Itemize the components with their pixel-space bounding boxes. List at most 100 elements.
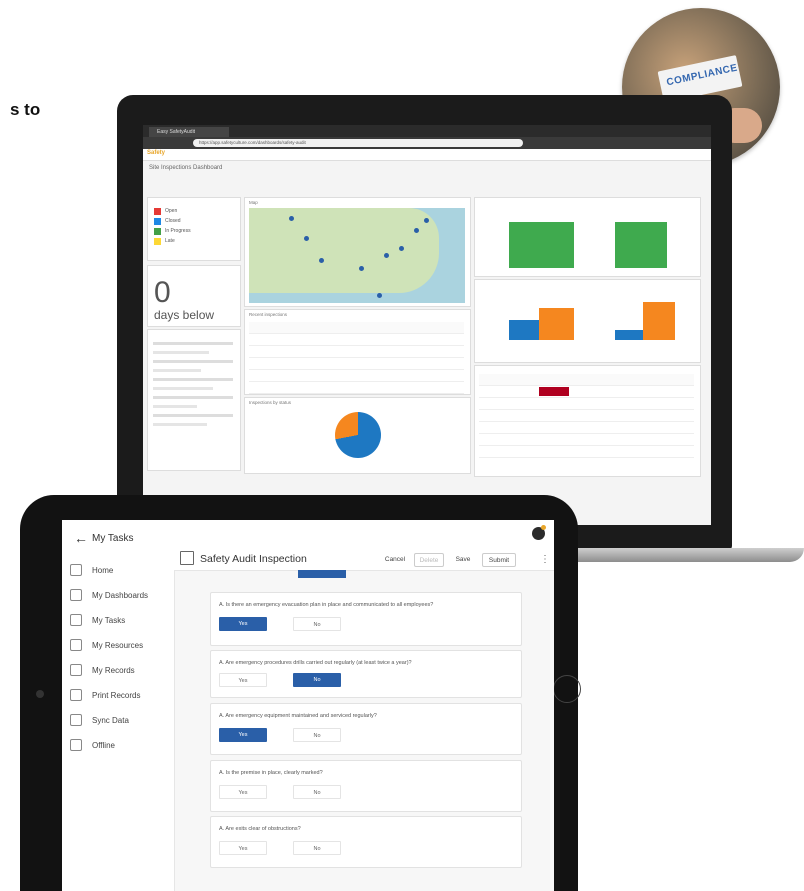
- legend-swatch: [154, 237, 161, 245]
- chart-bar[interactable]: [643, 302, 675, 340]
- cancel-button[interactable]: Cancel: [380, 553, 410, 567]
- table-row[interactable]: [249, 382, 464, 394]
- dashboard-icon: [70, 589, 82, 601]
- table-row[interactable]: [479, 434, 694, 446]
- bar-chart-panel-2: [474, 279, 701, 363]
- yes-button[interactable]: Yes: [219, 673, 267, 687]
- yes-button[interactable]: Yes: [219, 841, 267, 855]
- resources-icon: [70, 639, 82, 651]
- question-card: A. Are emergency procedures drills carri…: [210, 650, 522, 698]
- bar-chart-panel-1: [474, 197, 701, 277]
- sidebar-item-label: My Tasks: [92, 615, 126, 625]
- sidebar-item-my-records[interactable]: My Records: [70, 662, 135, 678]
- chart-bar[interactable]: [615, 330, 643, 340]
- previous-answer-button[interactable]: [298, 570, 346, 578]
- sync-icon: [70, 714, 82, 726]
- legend-panel: Open Closed In Progress Late: [147, 197, 241, 261]
- sidebar-item-print-records[interactable]: Print Records: [70, 687, 140, 703]
- table-row[interactable]: [479, 386, 694, 398]
- table-row[interactable]: [249, 370, 464, 382]
- no-button[interactable]: No: [293, 841, 341, 855]
- table-row[interactable]: [479, 446, 694, 458]
- no-button[interactable]: No: [293, 673, 341, 687]
- map-pin-icon[interactable]: [304, 236, 309, 241]
- yes-button[interactable]: Yes: [219, 728, 267, 742]
- legend-item: In Progress: [154, 226, 191, 236]
- sidebar-item-label: My Resources: [92, 640, 144, 650]
- map-pin-icon[interactable]: [399, 246, 404, 251]
- tablet-screen: ← My Tasks Home My Dashboards My Tasks M…: [62, 520, 554, 891]
- table-row[interactable]: [479, 410, 694, 422]
- legend-label: Open: [165, 208, 178, 214]
- map-pin-icon[interactable]: [384, 253, 389, 258]
- legend-swatch: [154, 227, 161, 235]
- sidebar-item-my-tasks[interactable]: My Tasks: [70, 612, 125, 628]
- form-title: Safety Audit Inspection: [200, 553, 307, 565]
- sidebar-item-my-dashboards[interactable]: My Dashboards: [70, 587, 148, 603]
- table-row[interactable]: [249, 334, 464, 346]
- actions-table-panel: [474, 365, 701, 477]
- tablet-home-button[interactable]: [553, 675, 581, 703]
- no-button[interactable]: No: [293, 785, 341, 799]
- legend-label: Closed: [165, 218, 181, 224]
- records-icon: [70, 664, 82, 676]
- chart-bar[interactable]: [615, 222, 667, 268]
- table-row[interactable]: [249, 358, 464, 370]
- question-card: A. Are exits clear of obstructions? Yes …: [210, 816, 522, 868]
- no-button[interactable]: No: [293, 728, 341, 742]
- question-card: A. Is there an emergency evacuation plan…: [210, 592, 522, 646]
- sidebar-item-label: Offline: [92, 740, 115, 750]
- sidebar-item-label: Home: [92, 565, 114, 575]
- save-button[interactable]: Save: [449, 553, 477, 567]
- headline-fragment: s to: [10, 100, 41, 119]
- tablet-camera: [36, 690, 44, 698]
- chart-bar[interactable]: [509, 222, 574, 268]
- land-area: [249, 208, 439, 293]
- yes-button[interactable]: Yes: [219, 617, 267, 631]
- url-field[interactable]: https://app.safetyculture.com/dashboards…: [193, 139, 523, 147]
- home-icon: [70, 564, 82, 576]
- map-view[interactable]: [249, 208, 465, 303]
- sidebar-item-label: My Dashboards: [92, 590, 149, 600]
- table-header-row: [249, 322, 464, 334]
- more-menu-icon[interactable]: ⋮: [540, 554, 550, 565]
- table-header-row: [479, 374, 694, 386]
- question-card: A. Are emergency equipment maintained an…: [210, 703, 522, 755]
- sidebar-item-label: My Records: [92, 665, 135, 675]
- submit-button[interactable]: Submit: [482, 553, 516, 567]
- map-pin-icon[interactable]: [319, 258, 324, 263]
- sidebar-item-sync-data[interactable]: Sync Data: [70, 712, 129, 728]
- map-pin-icon[interactable]: [414, 228, 419, 233]
- question-text: A. Are emergency equipment maintained an…: [219, 713, 377, 719]
- chart-bar[interactable]: [509, 320, 539, 340]
- table-row[interactable]: [479, 398, 694, 410]
- legend-item: Late: [154, 236, 191, 246]
- map-pin-icon[interactable]: [377, 293, 382, 298]
- legend-item: Closed: [154, 216, 191, 226]
- table-title: Recent inspections: [249, 312, 288, 317]
- chart-bar[interactable]: [539, 308, 574, 340]
- bar-chart-2: [483, 288, 693, 340]
- browser-tab[interactable]: Easy SafetyAudit: [149, 127, 229, 137]
- print-icon: [70, 689, 82, 701]
- legend-swatch: [154, 207, 161, 215]
- sidebar-item-my-resources[interactable]: My Resources: [70, 637, 143, 653]
- app-bar: [143, 149, 711, 161]
- sidebar-item-offline[interactable]: Offline: [70, 737, 115, 753]
- back-arrow-icon[interactable]: ←: [74, 530, 88, 546]
- dashboard-title: Site Inspections Dashboard: [149, 165, 223, 171]
- notification-dot: [541, 525, 546, 530]
- delete-button[interactable]: Delete: [414, 553, 444, 567]
- table-row[interactable]: [249, 346, 464, 358]
- sidebar-item-home[interactable]: Home: [70, 562, 113, 578]
- app-logo: Safety: [147, 150, 166, 156]
- pie-chart[interactable]: [335, 412, 381, 458]
- question-text: A. Is there an emergency evacuation plan…: [219, 602, 434, 608]
- yes-button[interactable]: Yes: [219, 785, 267, 799]
- no-button[interactable]: No: [293, 617, 341, 631]
- map-pin-icon[interactable]: [424, 218, 429, 223]
- table-row[interactable]: [479, 422, 694, 434]
- map-pin-icon[interactable]: [359, 266, 364, 271]
- pie-panel: Inspections by status: [244, 397, 471, 474]
- map-pin-icon[interactable]: [289, 216, 294, 221]
